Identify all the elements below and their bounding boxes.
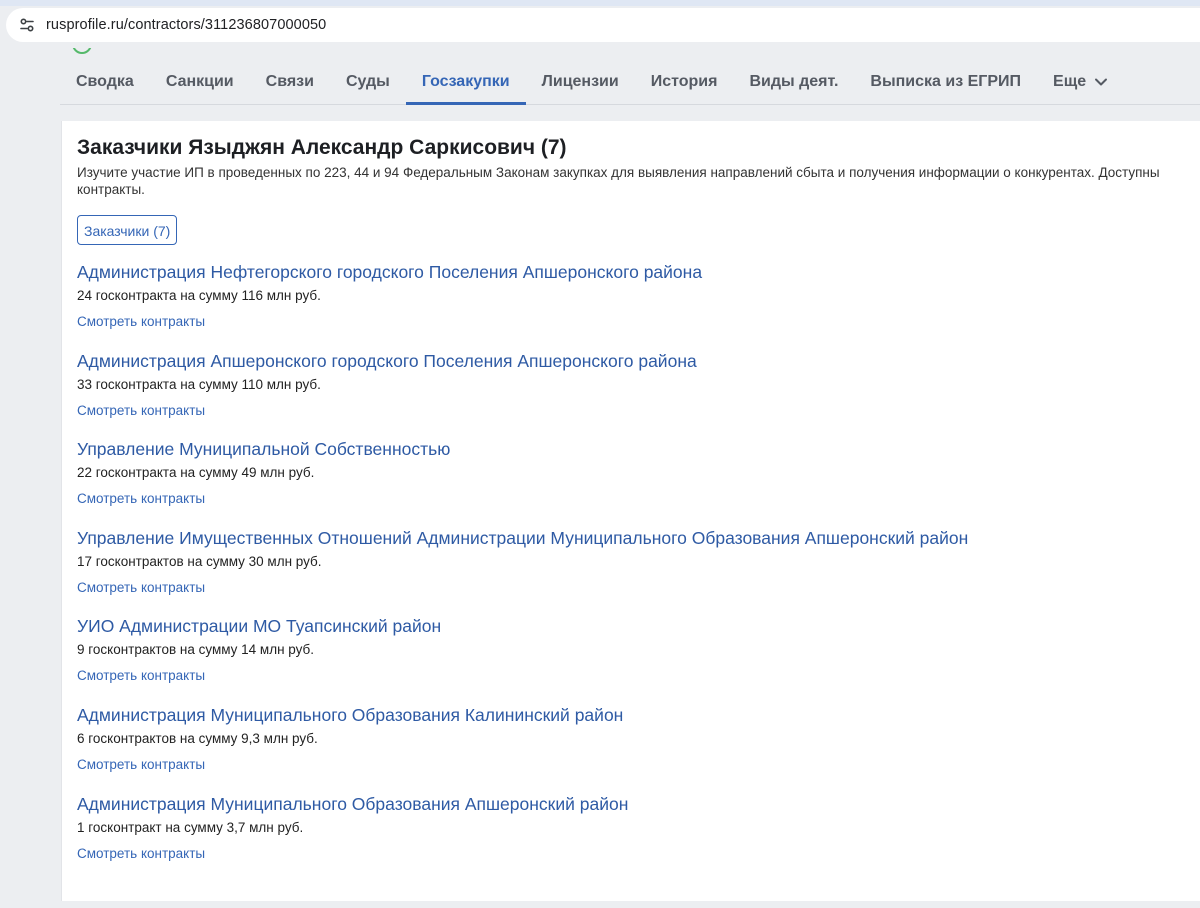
list-item: Администрация Муниципального Образования… bbox=[77, 793, 1200, 882]
contracts-summary: 6 госконтрактов на сумму 9,3 млн руб. bbox=[77, 730, 318, 746]
view-contracts-link[interactable]: Смотреть контракты bbox=[77, 313, 205, 330]
url-text[interactable]: rusprofile.ru/contractors/31123680700005… bbox=[46, 17, 326, 33]
customer-name-link[interactable]: Администрация Муниципального Образования… bbox=[77, 704, 623, 726]
tab-label: Госзакупки bbox=[421, 73, 510, 90]
address-bar[interactable]: rusprofile.ru/contractors/31123680700005… bbox=[6, 8, 1200, 42]
view-contracts-link[interactable]: Смотреть контракты bbox=[77, 579, 205, 596]
view-contracts-link[interactable]: Смотреть контракты bbox=[77, 490, 205, 507]
contracts-summary: 24 госконтракта на сумму 116 млн руб. bbox=[77, 288, 321, 303]
contracts-summary: 1 госконтракт на сумму 3,7 млн руб. bbox=[77, 819, 304, 835]
site-settings-icon[interactable] bbox=[18, 16, 36, 34]
contracts-summary: 17 госконтрактов на сумму 30 млн руб. bbox=[77, 553, 322, 569]
customers-filter-button[interactable]: Заказчики (7) bbox=[77, 215, 178, 245]
tab-procurement[interactable]: Госзакупки bbox=[405, 60, 526, 105]
section-tabs: Сводка Санкции Связи Суды Госзакупки Лиц… bbox=[60, 60, 1200, 105]
view-contracts-link[interactable]: Смотреть контракты bbox=[77, 667, 205, 684]
tab-label: Выписка из ЕГРИП bbox=[870, 73, 1022, 90]
tab-more[interactable]: Еще bbox=[1037, 60, 1124, 104]
list-item: Администрация Муниципального Образования… bbox=[77, 704, 1200, 793]
tab-label: Лицензии bbox=[541, 73, 619, 90]
section-heading: Заказчики Языджян Александр Саркисович (… bbox=[77, 136, 567, 159]
customer-name-link[interactable]: Управление Имущественных Отношений Админ… bbox=[77, 527, 968, 549]
view-contracts-link[interactable]: Смотреть контракты bbox=[77, 845, 205, 862]
contracts-summary: 9 госконтрактов на сумму 14 млн руб. bbox=[77, 642, 315, 658]
list-item: Администрация Нефтегорского городского П… bbox=[77, 261, 1200, 350]
tab-label: Виды деят. bbox=[749, 73, 839, 90]
tab-label: История bbox=[650, 73, 718, 90]
customers-list: Администрация Нефтегорского городского П… bbox=[77, 261, 1200, 881]
tab-label: Сводка bbox=[76, 73, 134, 90]
chevron-down-icon bbox=[1094, 75, 1108, 89]
customer-name-link[interactable]: Администрация Муниципального Образования… bbox=[77, 793, 628, 815]
tab-egrip-extract[interactable]: Выписка из ЕГРИП bbox=[854, 60, 1037, 104]
customers-card: Заказчики Языджян Александр Саркисович (… bbox=[61, 121, 1200, 901]
list-item: Управление Имущественных Отношений Админ… bbox=[77, 527, 1200, 616]
customer-name-link[interactable]: Администрация Апшеронского городского По… bbox=[77, 350, 697, 372]
list-item: Администрация Апшеронского городского По… bbox=[77, 350, 1200, 439]
tab-label: Суды bbox=[345, 73, 390, 90]
contracts-summary: 22 госконтракта на сумму 49 млн руб. bbox=[77, 465, 315, 481]
tab-label: Санкции bbox=[165, 73, 234, 90]
tab-sanctions[interactable]: Санкции bbox=[150, 60, 250, 104]
tab-label: Еще bbox=[1053, 73, 1087, 90]
tab-activities[interactable]: Виды деят. bbox=[733, 60, 854, 104]
customer-name-link[interactable]: Администрация Нефтегорского городского П… bbox=[77, 261, 702, 283]
section-description: Изучите участие ИП в проведенных по 223,… bbox=[77, 165, 1160, 197]
browser-toolbar: rusprofile.ru/contractors/31123680700005… bbox=[0, 0, 1200, 48]
tab-licenses[interactable]: Лицензии bbox=[526, 60, 635, 104]
tab-courts[interactable]: Суды bbox=[330, 60, 406, 104]
customer-name-link[interactable]: Управление Муниципальной Собственностью bbox=[77, 438, 450, 460]
tab-history[interactable]: История bbox=[635, 60, 734, 104]
view-contracts-link[interactable]: Смотреть контракты bbox=[77, 756, 205, 773]
customer-name-link[interactable]: УИО Администрации МО Туапсинский район bbox=[77, 615, 441, 637]
list-item: Управление Муниципальной Собственностью … bbox=[77, 438, 1200, 527]
browser-tabstrip bbox=[0, 0, 1200, 6]
view-contracts-link[interactable]: Смотреть контракты bbox=[77, 402, 205, 419]
tab-connections[interactable]: Связи bbox=[250, 60, 330, 104]
contracts-summary: 33 госконтракта на сумму 110 млн руб. bbox=[77, 376, 321, 392]
tab-summary[interactable]: Сводка bbox=[60, 60, 150, 104]
tab-label: Связи bbox=[265, 73, 314, 90]
list-item: УИО Администрации МО Туапсинский район 9… bbox=[77, 615, 1200, 704]
